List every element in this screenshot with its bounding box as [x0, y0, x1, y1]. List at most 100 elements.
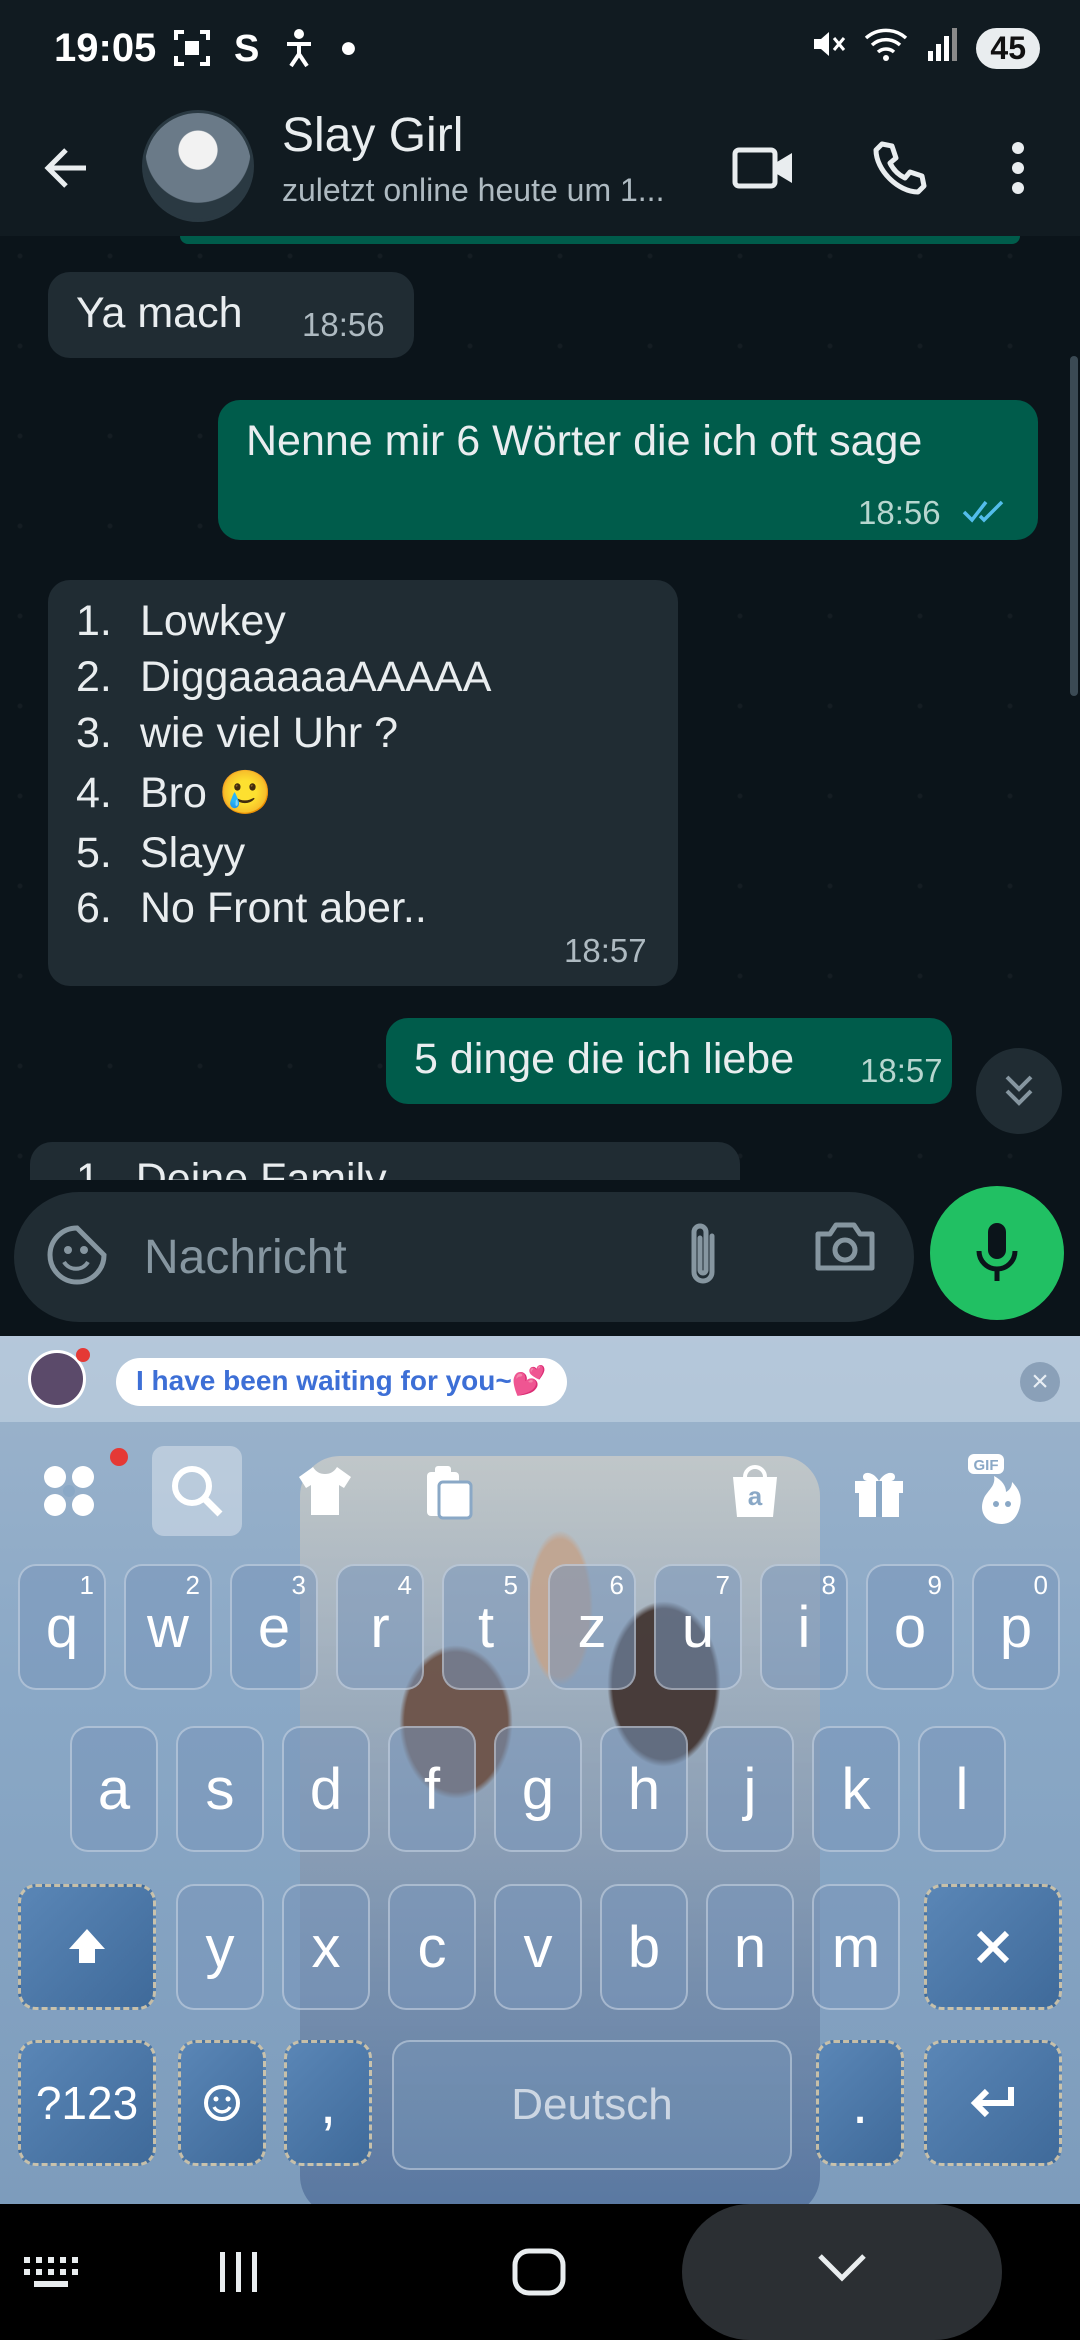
- phone-icon: [873, 141, 927, 195]
- key-q[interactable]: q1: [18, 1564, 106, 1690]
- contact-status[interactable]: zuletzt online heute um 1...: [282, 172, 712, 209]
- key-p[interactable]: p0: [972, 1564, 1060, 1690]
- theme-shirt-icon[interactable]: [280, 1446, 370, 1536]
- key-d[interactable]: d: [282, 1726, 370, 1852]
- message-bubble-outgoing[interactable]: 5 dinge die ich liebe 18:57: [386, 1018, 952, 1104]
- key-a[interactable]: a: [70, 1726, 158, 1852]
- key-e[interactable]: e3: [230, 1564, 318, 1690]
- double-chevron-down-icon: [1005, 1075, 1033, 1106]
- enter-key[interactable]: [924, 2040, 1062, 2166]
- list-item: 6. No Front aber..: [76, 884, 427, 933]
- key-r[interactable]: r4: [336, 1564, 424, 1690]
- shift-arrow-icon: [69, 1929, 105, 1963]
- svg-text:GIF: GIF: [974, 1457, 999, 1474]
- message-bubble-incoming[interactable]: 1. Lowkey 2. DiggaaaaaAAAAA 3. wie viel Uhr…: [48, 580, 678, 986]
- keyboard-switch-button[interactable]: [6, 2234, 96, 2310]
- keyboard-promo-bar[interactable]: I have been waiting for you~💕 ×: [0, 1336, 1080, 1422]
- message-time: 18:57: [564, 932, 647, 969]
- more-vertical-icon: [1012, 142, 1024, 194]
- key-k[interactable]: k: [812, 1726, 900, 1852]
- promo-close-button[interactable]: ×: [1020, 1362, 1060, 1402]
- status-right-icons: 45: [810, 26, 1040, 71]
- hide-keyboard-pill[interactable]: [682, 2204, 1002, 2340]
- message-list: 1. Lowkey 2. DiggaaaaaAAAAA 3. wie viel Uhr…: [76, 594, 491, 937]
- camera-icon: [815, 1222, 875, 1271]
- scroll-to-bottom-button[interactable]: [976, 1048, 1062, 1134]
- emoji-button[interactable]: [44, 1222, 114, 1292]
- key-t[interactable]: t5: [442, 1564, 530, 1690]
- chat-area[interactable]: Ya mach 18:56 Nenne mir 6 Wörter die ich…: [0, 236, 1080, 1180]
- arrow-left-icon: [44, 148, 86, 188]
- home-button[interactable]: [494, 2234, 584, 2310]
- status-time: 19:05: [54, 26, 157, 70]
- key-g[interactable]: g: [494, 1726, 582, 1852]
- chevron-down-icon: [818, 2254, 866, 2282]
- message-bubble-incoming[interactable]: Ya mach 18:56: [48, 272, 414, 358]
- message-bubble-incoming[interactable]: 1. Deine Family: [30, 1142, 740, 1180]
- key-b[interactable]: b: [600, 1884, 688, 2010]
- battery-indicator: 45: [976, 28, 1040, 69]
- space-key[interactable]: Deutsch: [392, 2040, 792, 2170]
- key-f[interactable]: f: [388, 1726, 476, 1852]
- attach-button[interactable]: [684, 1220, 754, 1294]
- gift-icon[interactable]: [834, 1446, 924, 1536]
- message-input[interactable]: [144, 1220, 664, 1294]
- search-icon[interactable]: [152, 1446, 242, 1536]
- promo-message[interactable]: I have been waiting for you~💕: [116, 1358, 567, 1406]
- recents-icon: [220, 2252, 257, 2292]
- status-bar: 19:05 S ● 45: [0, 0, 1080, 100]
- sticker-emoji-icon: [47, 1225, 107, 1285]
- list-item: 3. wie viel Uhr ?: [76, 708, 399, 757]
- keyboard-toolbar: a GIF: [0, 1432, 1080, 1542]
- camera-button[interactable]: [814, 1220, 894, 1294]
- voice-call-button[interactable]: [860, 128, 940, 208]
- comma-key[interactable]: ,: [284, 2040, 372, 2166]
- key-v[interactable]: v: [494, 1884, 582, 2010]
- back-button[interactable]: [36, 136, 100, 200]
- symbols-key[interactable]: ?123: [18, 2040, 156, 2166]
- clipboard-icon[interactable]: [404, 1446, 494, 1536]
- period-key[interactable]: .: [816, 2040, 904, 2166]
- shazam-icon: S: [234, 28, 260, 70]
- message-text: Ya mach: [76, 289, 243, 337]
- mute-icon: [810, 26, 846, 71]
- key-o[interactable]: o9: [866, 1564, 954, 1690]
- amazon-icon[interactable]: a: [710, 1446, 800, 1536]
- apps-icon[interactable]: [24, 1446, 114, 1536]
- key-n[interactable]: n: [706, 1884, 794, 2010]
- chat-scrollbar[interactable]: [1070, 356, 1078, 696]
- key-z[interactable]: z6: [548, 1564, 636, 1690]
- key-c[interactable]: c: [388, 1884, 476, 2010]
- key-u[interactable]: u7: [654, 1564, 742, 1690]
- message-bubble-outgoing[interactable]: Nenne mir 6 Wörter die ich oft sage 18:5…: [218, 400, 1038, 540]
- contact-name[interactable]: Slay Girl: [282, 108, 463, 163]
- key-l[interactable]: l: [918, 1726, 1006, 1852]
- recent-apps-button[interactable]: [194, 2234, 284, 2310]
- key-w[interactable]: w2: [124, 1564, 212, 1690]
- voice-message-button[interactable]: [930, 1186, 1064, 1320]
- more-options-button[interactable]: [978, 128, 1058, 208]
- key-j[interactable]: j: [706, 1726, 794, 1852]
- key-x[interactable]: x: [282, 1884, 370, 2010]
- key-m[interactable]: m: [812, 1884, 900, 2010]
- key-h[interactable]: h: [600, 1726, 688, 1852]
- status-left-icons: S ●: [172, 28, 357, 78]
- key-i[interactable]: i8: [760, 1564, 848, 1690]
- message-time: 18:57: [860, 1052, 943, 1089]
- key-y[interactable]: y: [176, 1884, 264, 2010]
- message-time: 18:56: [858, 494, 941, 531]
- dot-icon: ●: [339, 31, 358, 64]
- key-s[interactable]: s: [176, 1726, 264, 1852]
- emoji-key[interactable]: [178, 2040, 266, 2166]
- message-text-partial: 1. Deine Family: [76, 1155, 387, 1180]
- shift-key[interactable]: [18, 1884, 156, 2010]
- message-text: 5 dinge die ich liebe: [414, 1035, 795, 1083]
- accessibility-icon: [281, 28, 317, 78]
- contact-avatar[interactable]: [142, 110, 254, 222]
- backspace-key[interactable]: [924, 1884, 1062, 2010]
- video-call-button[interactable]: [724, 128, 804, 208]
- gif-icon[interactable]: GIF: [956, 1446, 1046, 1536]
- wifi-icon: [864, 26, 908, 71]
- home-icon: [512, 2248, 566, 2296]
- list-item: 1. Lowkey: [76, 597, 286, 645]
